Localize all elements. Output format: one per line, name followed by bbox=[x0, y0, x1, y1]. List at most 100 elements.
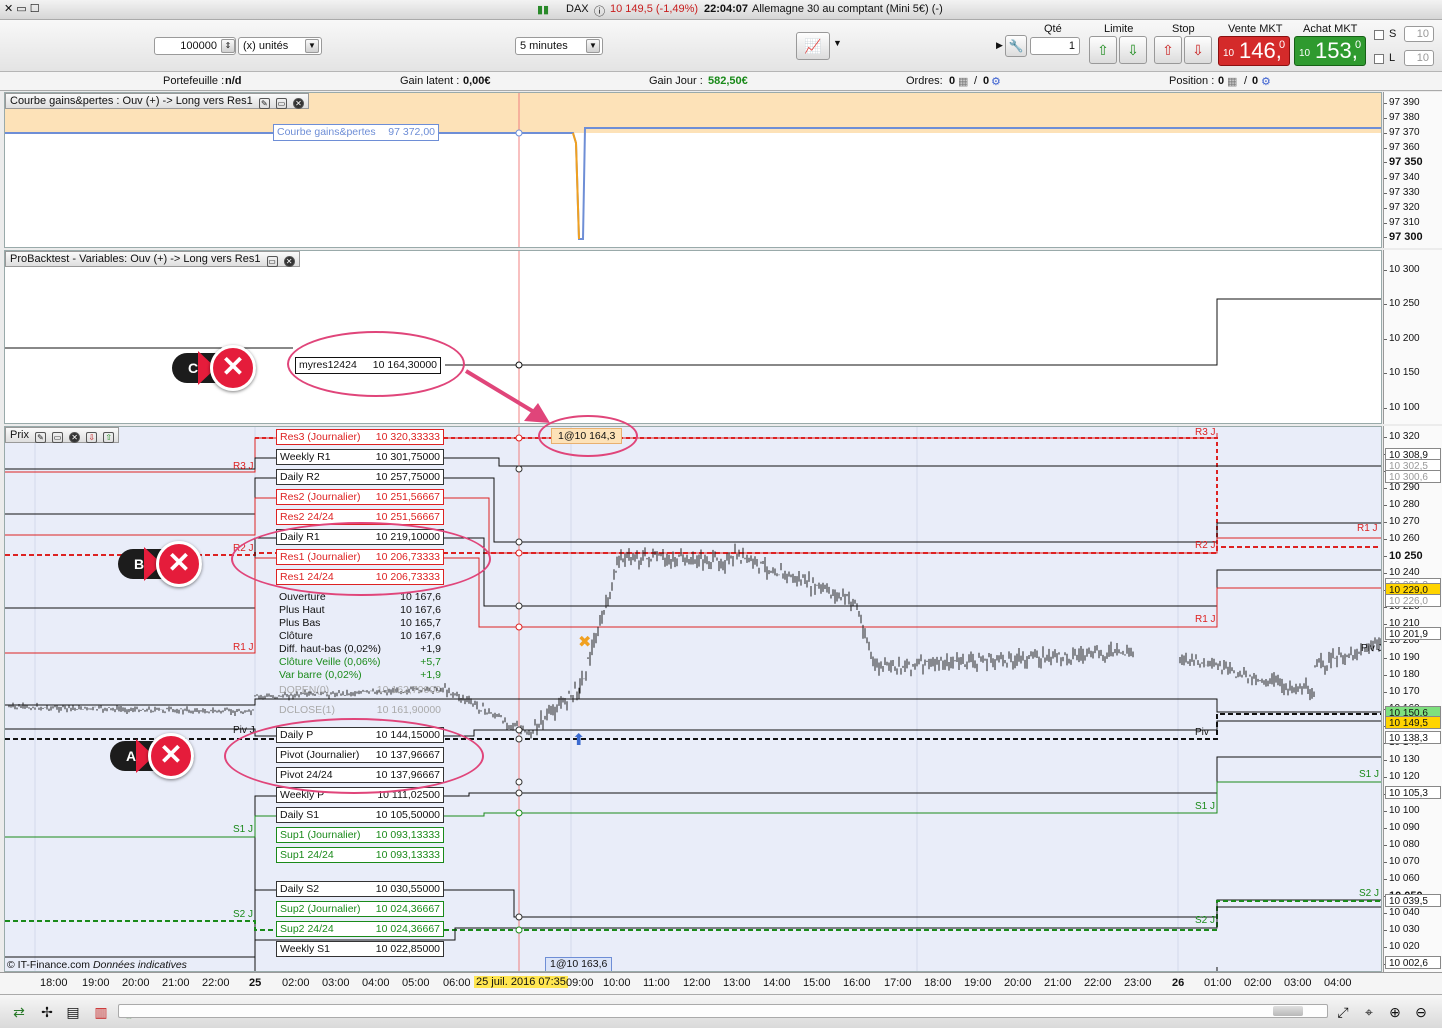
close-icon[interactable]: ✕ bbox=[292, 98, 304, 109]
sell-limit-button[interactable]: ⇩ bbox=[1119, 36, 1147, 64]
order-qty-input[interactable]: 1 bbox=[1030, 37, 1080, 55]
r1-left-tag: R1 J bbox=[233, 642, 254, 653]
axis-tick: 10 280 bbox=[1384, 499, 1420, 510]
chart-type-button[interactable]: 📈 bbox=[796, 32, 830, 60]
indicator-label[interactable]: Sup1 (Journalier) 10 093,13333 bbox=[276, 827, 444, 843]
orders-label: Ordres: bbox=[906, 75, 943, 87]
gear-icon[interactable]: ⚙ bbox=[991, 75, 1001, 88]
buy-market-header: Achat MKT bbox=[1303, 23, 1358, 35]
s-checkbox[interactable] bbox=[1374, 30, 1384, 40]
window-icon[interactable]: ▭ bbox=[266, 256, 278, 267]
axis-tick: 10 080 bbox=[1384, 839, 1420, 850]
chevron-down-icon[interactable]: ▼ bbox=[586, 39, 600, 53]
indicator-icon[interactable]: ▥ bbox=[92, 1003, 110, 1021]
close-icon[interactable]: ✕ bbox=[69, 432, 81, 443]
execution-tag[interactable]: 1@10 163,6 bbox=[545, 957, 613, 971]
indicator-label[interactable]: Res3 (Journalier) 10 320,33333 bbox=[276, 429, 444, 445]
sell-price-prefix: 10 bbox=[1223, 48, 1235, 59]
price-panel-header[interactable]: Prix ✎ ▭ ✕ ⇩ ⇧ bbox=[5, 427, 120, 443]
sell-stop-button[interactable]: ⇩ bbox=[1184, 36, 1212, 64]
equity-price-axis[interactable]: 97 390 97 380 97 370 97 360 97 350 97 34… bbox=[1383, 92, 1442, 248]
axis-tick: 97 370 bbox=[1384, 127, 1420, 138]
time-label: 22:00 bbox=[1084, 977, 1112, 989]
horizontal-scrollbar[interactable] bbox=[118, 1004, 1328, 1018]
indicator-label[interactable]: Sup2 (Journalier) 10 024,36667 bbox=[276, 901, 444, 917]
quantity-stepper[interactable]: ⇕ bbox=[221, 39, 235, 53]
zoom-fit-icon[interactable]: ⤢ bbox=[1334, 1003, 1352, 1021]
cursor-icon[interactable]: ✢ bbox=[38, 1003, 56, 1021]
close-icon[interactable]: ✕ bbox=[283, 256, 295, 267]
price-candles bbox=[8, 543, 1381, 739]
play-icon[interactable]: ▶ bbox=[996, 40, 1003, 51]
chart-type-dropdown[interactable]: ▼ bbox=[833, 38, 842, 48]
price-tag: 10 105,3 bbox=[1385, 786, 1441, 799]
axis-tick: 10 120 bbox=[1384, 771, 1420, 782]
chart-sync-icon[interactable]: ⇄ bbox=[10, 1003, 28, 1021]
indicator-label[interactable]: Weekly R1 10 301,75000 bbox=[276, 449, 444, 465]
account-info-bar: Portefeuille : n/d Gain latent : 0,00€ G… bbox=[0, 72, 1442, 91]
indicator-label[interactable]: Daily R2 10 257,75000 bbox=[276, 469, 444, 485]
equity-legend-name: Courbe gains&pertes bbox=[277, 126, 376, 138]
axis-tick: 10 300 bbox=[1384, 264, 1420, 275]
axis-tick: 97 310 bbox=[1384, 217, 1420, 228]
buy-price-sup: 0 bbox=[1355, 39, 1362, 51]
indicator-label[interactable]: Daily S2 10 030,55000 bbox=[276, 881, 444, 897]
zoom-out-icon[interactable]: ⊖ bbox=[1412, 1003, 1430, 1021]
indicator-label[interactable]: Daily S1 10 105,50000 bbox=[276, 807, 444, 823]
s-label: S bbox=[1389, 28, 1397, 40]
position-icon[interactable]: ▦ bbox=[1227, 75, 1237, 88]
copyright-text: © IT-Finance.com bbox=[7, 959, 91, 971]
r3-tag: R3 J bbox=[1195, 427, 1216, 438]
axis-tick: 10 240 bbox=[1384, 567, 1420, 578]
pivot-lines bbox=[5, 433, 1381, 971]
annotation-oval-b bbox=[231, 522, 491, 596]
limit-header: Limite bbox=[1104, 23, 1134, 35]
indicator-label[interactable]: Weekly S1 10 022,85000 bbox=[276, 941, 444, 957]
wrench-icon[interactable]: ✎ bbox=[258, 98, 270, 109]
backtest-price-axis[interactable]: 10 300 10 250 10 200 10 150 10 100 bbox=[1383, 250, 1442, 424]
indicator-label[interactable]: Sup1 24/24 10 093,13333 bbox=[276, 847, 444, 863]
s1-left-tag: S1 J bbox=[233, 824, 254, 835]
time-label: 17:00 bbox=[884, 977, 912, 989]
price-axis[interactable]: 10 32010 31010 30010 29010 28010 27010 2… bbox=[1383, 426, 1442, 972]
time-label: 18:00 bbox=[40, 977, 68, 989]
l-checkbox[interactable] bbox=[1374, 54, 1384, 64]
window-controls[interactable]: ✕ ▭ ☐ bbox=[4, 2, 40, 15]
time-label: 26 bbox=[1172, 977, 1185, 989]
s-input[interactable]: 10 bbox=[1404, 26, 1434, 42]
window-icon[interactable]: ▭ bbox=[52, 432, 64, 443]
l-input[interactable]: 10 bbox=[1404, 50, 1434, 66]
time-label: 15:00 bbox=[803, 977, 831, 989]
buy-market-button[interactable]: 10 153, 0 bbox=[1294, 36, 1366, 66]
orders-icon[interactable]: ▦ bbox=[958, 75, 968, 88]
scrollbar-thumb[interactable] bbox=[1273, 1006, 1303, 1016]
sell-market-button[interactable]: 10 146, 0 bbox=[1218, 36, 1290, 66]
equity-legend: Courbe gains&pertes 97 372,00 bbox=[273, 124, 439, 141]
indicator-label[interactable]: Res2 (Journalier) 10 251,56667 bbox=[276, 489, 444, 505]
time-label: 13:00 bbox=[723, 977, 751, 989]
backtest-panel-header[interactable]: ProBacktest - Variables: Ouv (+) -> Long… bbox=[5, 251, 300, 267]
info-icon[interactable]: ⓘ bbox=[594, 3, 605, 19]
gear-icon[interactable]: ⚙ bbox=[1261, 75, 1271, 88]
zoom-in-icon[interactable]: ⊕ bbox=[1386, 1003, 1404, 1021]
buy-limit-button[interactable]: ⇧ bbox=[1089, 36, 1117, 64]
wrench-icon[interactable]: ✎ bbox=[35, 432, 47, 443]
window-icon[interactable]: ▭ bbox=[275, 98, 287, 109]
symbol-name: DAX bbox=[566, 3, 589, 15]
axis-tick: 10 260 bbox=[1384, 533, 1420, 544]
axis-tick: 97 330 bbox=[1384, 187, 1420, 198]
time-axis[interactable]: 18:00 19:00 20:00 21:00 22:00 25 02:00 03:00 04:… bbox=[0, 972, 1442, 994]
equity-curve-line bbox=[5, 127, 1381, 240]
equity-panel-header[interactable]: Courbe gains&pertes : Ouv (+) -> Long ve… bbox=[5, 93, 309, 109]
copyright: © IT-Finance.com Données indicatives bbox=[7, 959, 187, 971]
indicator-label[interactable]: Sup2 24/24 10 024,36667 bbox=[276, 921, 444, 937]
time-label: 02:00 bbox=[1244, 977, 1272, 989]
chevron-down-icon[interactable]: ▼ bbox=[305, 39, 319, 53]
annotation-oval-c bbox=[287, 331, 465, 397]
list-icon[interactable]: ▤ bbox=[64, 1003, 82, 1021]
wrench-icon[interactable]: 🔧 bbox=[1005, 35, 1027, 57]
buy-stop-button[interactable]: ⇧ bbox=[1154, 36, 1182, 64]
buy-arrow-icon[interactable]: ⇧ bbox=[103, 432, 115, 443]
crosshair-icon[interactable]: ⌖ bbox=[1360, 1003, 1378, 1021]
sell-arrow-icon[interactable]: ⇩ bbox=[86, 432, 98, 443]
